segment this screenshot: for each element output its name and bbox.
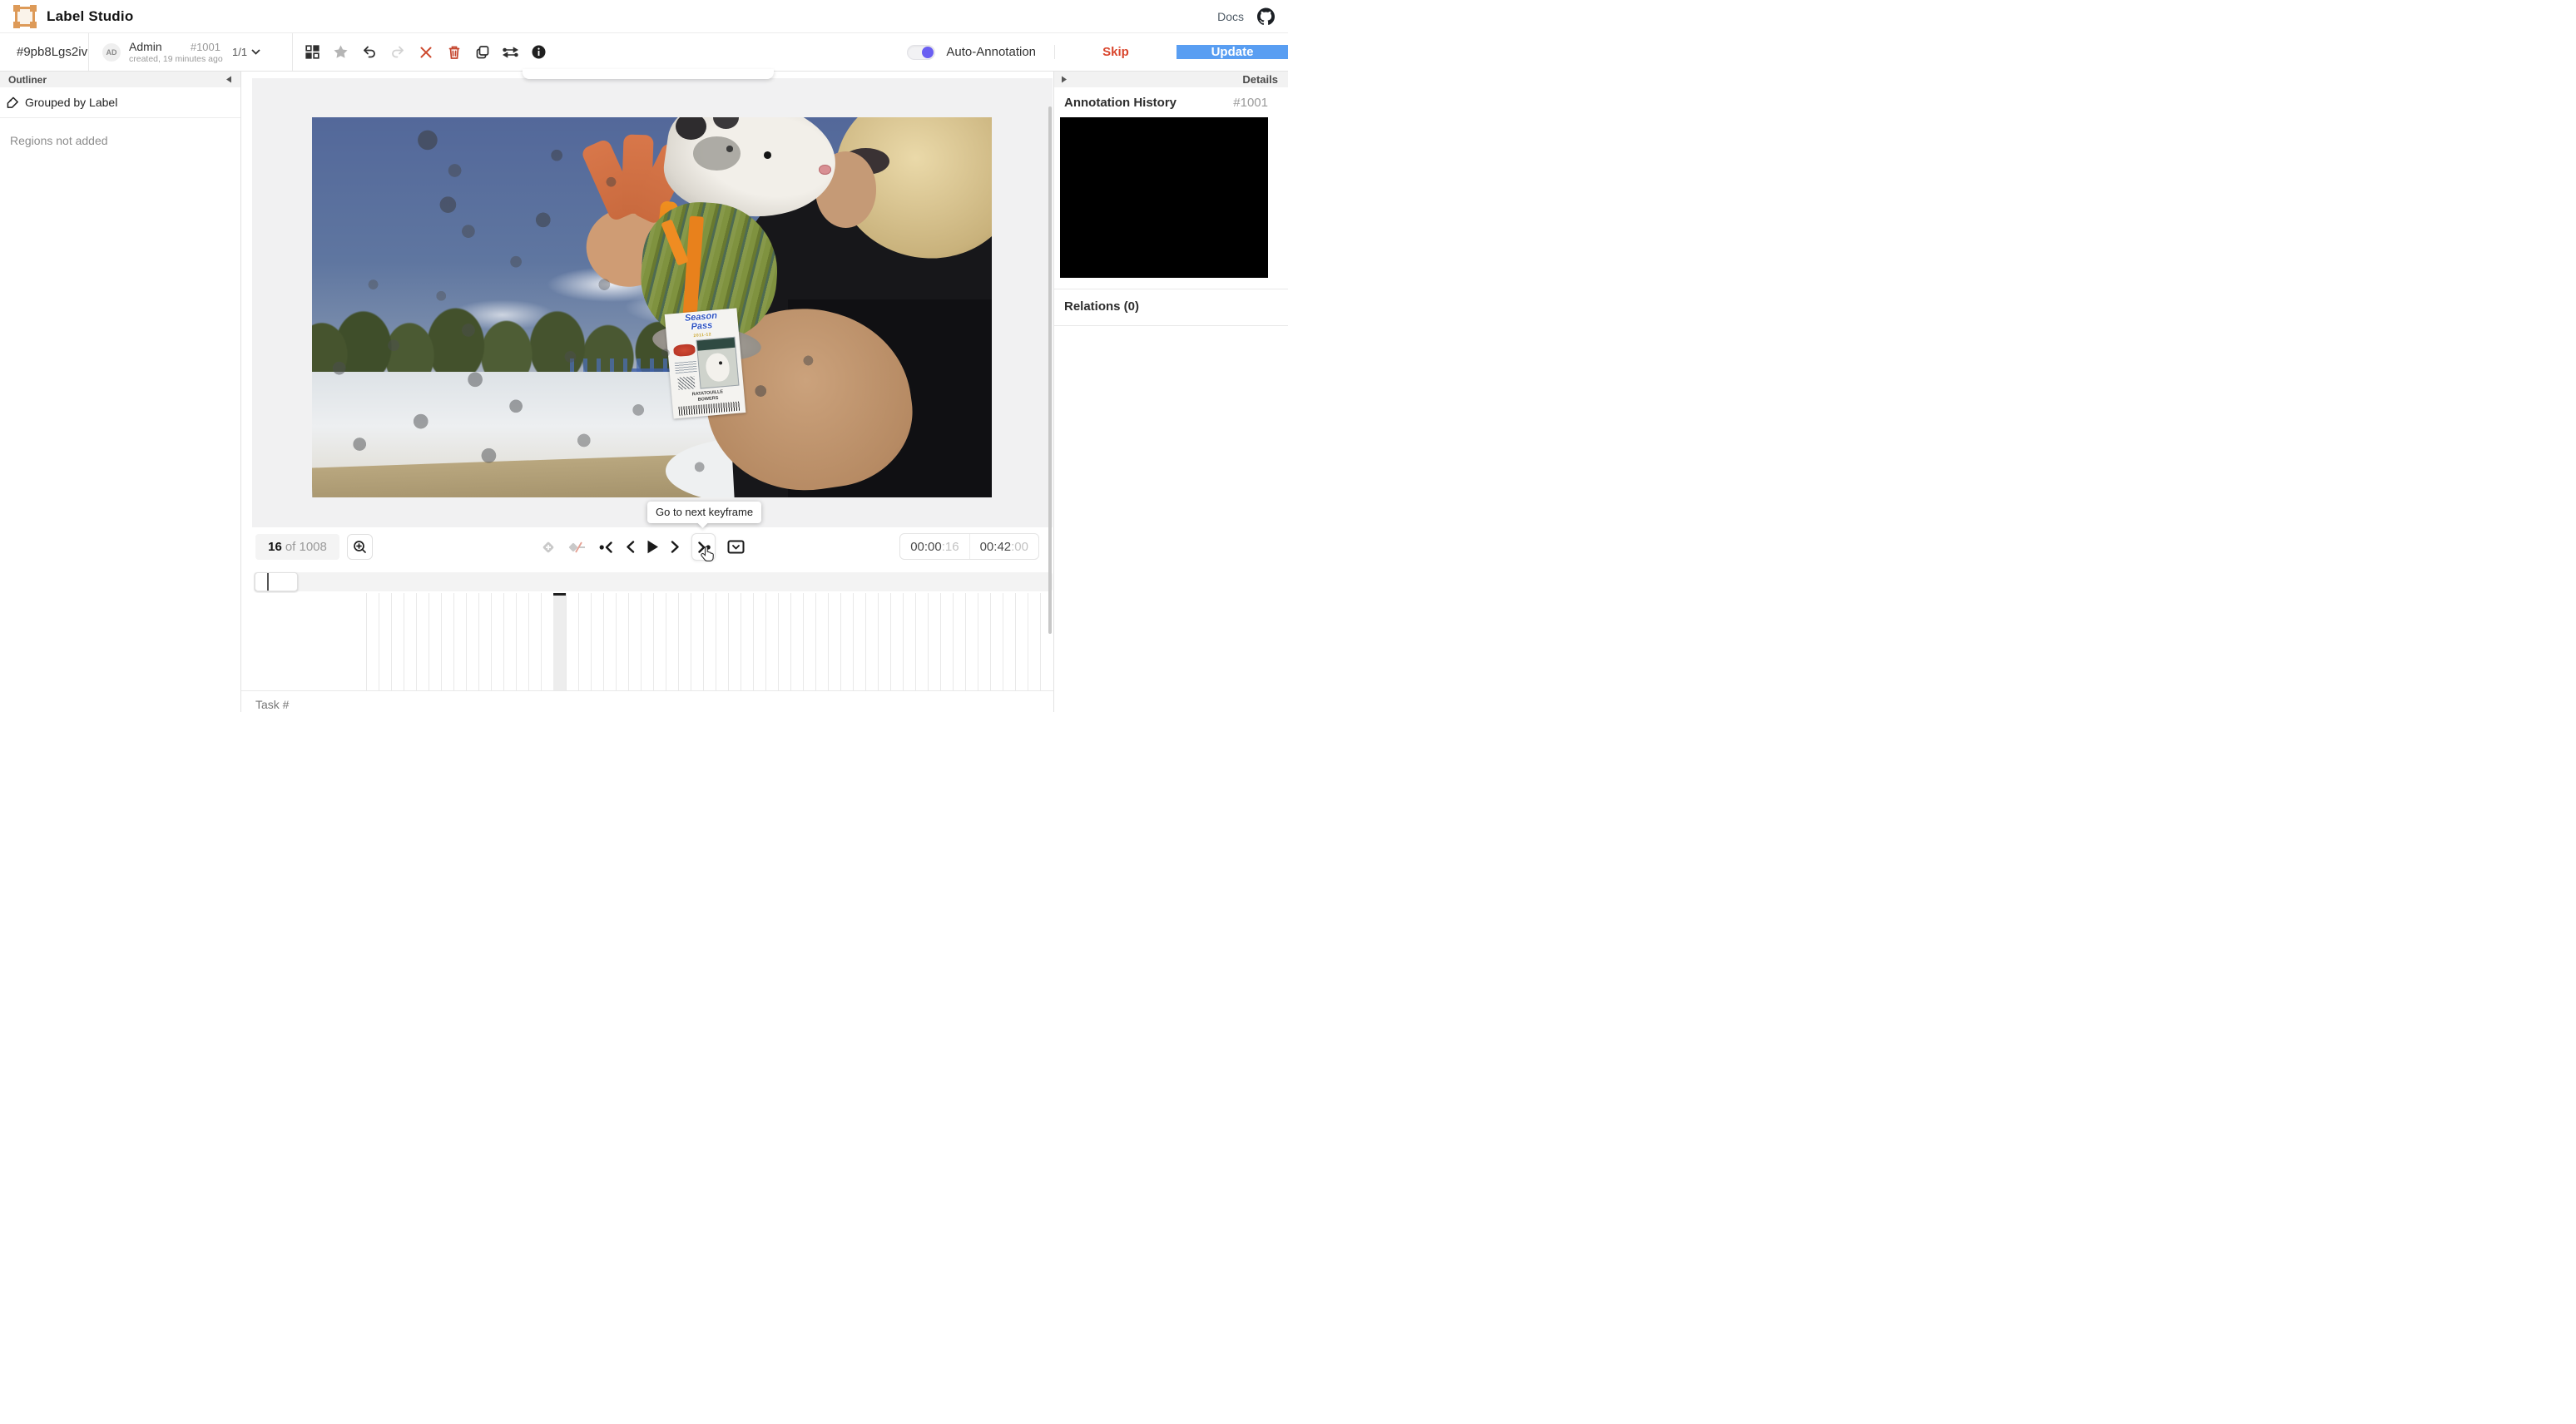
- collapse-left-icon[interactable]: [225, 76, 232, 83]
- zoom-in-icon: [353, 540, 367, 554]
- current-frame-marker[interactable]: [553, 593, 566, 690]
- app-header: Label Studio Docs: [0, 0, 1288, 33]
- annotation-id: #1001: [191, 41, 220, 53]
- cancel-annotation-icon[interactable]: [418, 44, 433, 60]
- total-frames: of 1008: [285, 540, 327, 554]
- main-view: Season Pass 2011-12 RATATOUILLEBOWERS: [241, 72, 1053, 712]
- taskbar-right: Auto-Annotation Skip Update: [907, 33, 1288, 71]
- github-icon[interactable]: [1257, 7, 1275, 25]
- outliner-header: Outliner: [0, 72, 240, 87]
- details-panel: Details Annotation History #1001 Relatio…: [1053, 72, 1288, 712]
- label-studio-app: Label Studio Docs #9pb8Lgs2iv AD Admin #…: [0, 0, 1288, 712]
- undo-icon[interactable]: [361, 44, 377, 60]
- auto-annotation-toggle[interactable]: [907, 45, 935, 60]
- annotation-history-title: Annotation History: [1064, 96, 1177, 110]
- task-footer: Task #: [241, 690, 1053, 712]
- annotator-name: Admin: [129, 40, 162, 53]
- timeline-ruler[interactable]: [254, 593, 1053, 690]
- redo-icon[interactable]: [389, 44, 405, 60]
- relations-title: Relations (0): [1054, 289, 1288, 314]
- group-by-label-text: Grouped by Label: [25, 96, 117, 109]
- tooltip: Go to next keyframe: [647, 502, 761, 523]
- prev-frame-icon[interactable]: [626, 541, 635, 553]
- annotation-tools: [293, 33, 558, 71]
- cursor-hand-icon: [701, 546, 716, 563]
- expand-right-icon[interactable]: [1061, 76, 1068, 83]
- chevron-down-icon: [251, 49, 260, 55]
- annotation-history-row: Annotation History #1001: [1054, 87, 1288, 110]
- tag-icon: [7, 96, 19, 109]
- annotation-history-id: #1001: [1233, 96, 1268, 110]
- delete-annotation-icon[interactable]: [446, 44, 462, 60]
- task-toolbar: #9pb8Lgs2iv AD Admin #1001 created, 19 m…: [0, 33, 1288, 72]
- total-time-frames: :00: [1011, 540, 1028, 554]
- avatar: AD: [102, 43, 121, 62]
- current-time-main: 00:00: [910, 540, 942, 554]
- vertical-scrollbar[interactable]: [1048, 106, 1052, 634]
- current-time[interactable]: 00:00 :16: [900, 534, 969, 559]
- video-frame: Season Pass 2011-12 RATATOUILLEBOWERS: [312, 117, 992, 497]
- video-workspace: Season Pass 2011-12 RATATOUILLEBOWERS: [252, 78, 1053, 527]
- header-right: Docs: [1217, 7, 1275, 25]
- outliner-title: Outliner: [8, 74, 47, 86]
- video-controls: 16 of 1008: [241, 533, 1053, 561]
- update-button[interactable]: Update: [1177, 45, 1288, 59]
- group-by-label-control[interactable]: Grouped by Label: [0, 87, 240, 118]
- details-header: Details: [1054, 72, 1288, 87]
- video-thumbnail: [1060, 117, 1268, 278]
- details-title: Details: [1242, 73, 1278, 86]
- docs-link[interactable]: Docs: [1217, 10, 1244, 23]
- total-time-main: 00:42: [980, 540, 1012, 554]
- auto-annotation-label: Auto-Annotation: [946, 45, 1036, 59]
- toggle-knob: [922, 47, 934, 58]
- outliner-panel: Outliner Grouped by Label Regions not ad…: [0, 72, 241, 712]
- current-frame: 16: [268, 540, 282, 554]
- annotation-selector[interactable]: AD Admin #1001 created, 19 minutes ago 1…: [89, 33, 293, 71]
- annotation-pager[interactable]: 1/1: [232, 46, 260, 58]
- transfer-icon[interactable]: [503, 44, 518, 60]
- annotation-created-time: created, 19 minutes ago: [129, 54, 220, 64]
- prev-keyframe-icon[interactable]: [599, 541, 614, 553]
- interpolation-icon[interactable]: [567, 540, 587, 555]
- floating-config-box: [523, 69, 774, 79]
- collapse-timeline-icon[interactable]: [727, 540, 745, 554]
- current-time-frames: :16: [942, 540, 959, 554]
- annotator-info: Admin #1001 created, 19 minutes ago: [129, 40, 220, 64]
- pager-value: 1/1: [232, 46, 247, 58]
- divider: [1054, 325, 1288, 326]
- grid-view-icon[interactable]: [305, 44, 320, 60]
- star-icon[interactable]: [333, 44, 349, 60]
- seek-handle[interactable]: [255, 572, 298, 591]
- duplicate-annotation-icon[interactable]: [474, 44, 490, 60]
- snow-bokeh-overlay: [312, 117, 992, 497]
- regions-empty-message: Regions not added: [0, 118, 240, 147]
- body: Outliner Grouped by Label Regions not ad…: [0, 72, 1288, 712]
- task-id: #9pb8Lgs2iv: [0, 33, 89, 71]
- total-time: 00:42 :00: [970, 534, 1038, 559]
- playhead-line: [267, 573, 269, 591]
- next-frame-icon[interactable]: [671, 541, 680, 553]
- time-display: 00:00 :16 00:42 :00: [899, 533, 1039, 560]
- zoom-button[interactable]: [347, 534, 373, 560]
- skip-button[interactable]: Skip: [1054, 45, 1177, 59]
- play-icon[interactable]: [646, 540, 659, 554]
- info-icon[interactable]: [531, 44, 547, 60]
- frame-counter[interactable]: 16 of 1008: [255, 534, 339, 560]
- app-title: Label Studio: [47, 8, 133, 25]
- task-footer-label: Task #: [255, 698, 289, 711]
- label-studio-logo-icon[interactable]: [15, 7, 35, 27]
- add-keyframe-icon[interactable]: [541, 540, 556, 555]
- seekbar-track[interactable]: [254, 572, 1053, 591]
